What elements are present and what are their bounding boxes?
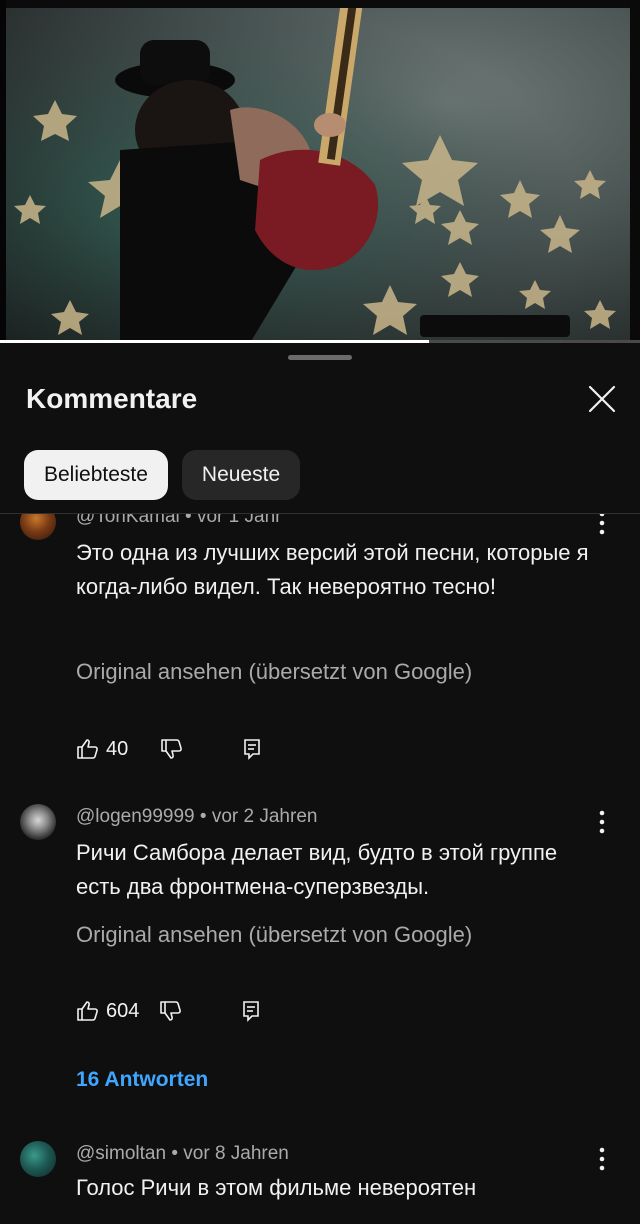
- comment-meta: @simoltan • vor 8 Jahren: [76, 1143, 289, 1165]
- thumb-up-icon: [77, 739, 98, 759]
- reply-button[interactable]: [242, 738, 262, 760]
- view-original-link[interactable]: Original ansehen (übersetzt von Google): [76, 659, 472, 685]
- kebab-menu-icon: [599, 514, 605, 535]
- view-original-link[interactable]: Original ansehen (übersetzt von Google): [76, 922, 472, 948]
- meta-separator: •: [199, 806, 207, 827]
- video-letterbox-right: [630, 0, 640, 343]
- drag-handle[interactable]: [288, 355, 352, 360]
- avatar[interactable]: [20, 804, 56, 840]
- comment-author[interactable]: @ToriKamal: [76, 514, 180, 527]
- reply-icon: [243, 1001, 260, 1022]
- reply-button[interactable]: [241, 1000, 261, 1022]
- comment-author[interactable]: @logen99999: [76, 806, 195, 827]
- comment-text: Голос Ричи в этом фильме невероятен: [76, 1175, 477, 1200]
- comment-menu-button[interactable]: [590, 1144, 614, 1174]
- kebab-menu-icon: [599, 810, 605, 834]
- dislike-button[interactable]: [159, 999, 183, 1023]
- meta-separator: •: [171, 1143, 178, 1164]
- thumb-down-icon: [160, 1001, 182, 1021]
- sort-chips: Beliebteste Neueste: [24, 450, 301, 500]
- comment-age: vor 1 Jahr: [196, 514, 282, 527]
- close-button[interactable]: [584, 381, 620, 417]
- comment-age: vor 8 Jahren: [183, 1143, 289, 1164]
- like-count: 40: [106, 737, 129, 760]
- sheet-title: Kommentare: [26, 383, 198, 414]
- like-count: 604: [106, 999, 140, 1022]
- meta-separator: •: [185, 514, 192, 527]
- video-frame: [0, 0, 640, 343]
- comments-sheet: Kommentare Beliebteste Neueste @ToriKama…: [0, 343, 640, 1224]
- kebab-menu-icon: [599, 1147, 605, 1171]
- comment-list[interactable]: @ToriKamal • vor 1 Jahr Это одна из лучш…: [0, 514, 640, 1224]
- thumb-up-icon: [77, 1001, 98, 1021]
- avatar[interactable]: [20, 1141, 56, 1177]
- chip-beliebteste[interactable]: Beliebteste: [24, 450, 168, 500]
- like-button[interactable]: 40: [76, 737, 128, 761]
- like-button[interactable]: 604: [76, 999, 139, 1023]
- comment-text: Это одна из лучших версий этой песни, ко…: [76, 540, 589, 599]
- comment-menu-button[interactable]: [590, 514, 614, 538]
- comment-menu-button[interactable]: [590, 807, 614, 837]
- thumb-down-icon: [161, 739, 183, 759]
- chip-neueste[interactable]: Neueste: [181, 450, 301, 500]
- reply-icon: [244, 739, 261, 760]
- comment-text: Ричи Самбора делает вид, будто в этой гр…: [76, 840, 558, 899]
- close-icon: [588, 385, 616, 413]
- avatar[interactable]: [20, 514, 56, 540]
- view-replies-link[interactable]: 16 Antworten: [76, 1068, 208, 1092]
- comment-actions: 40: [76, 734, 262, 764]
- comment-meta: @logen99999 • vor 2 Jahren: [76, 806, 317, 828]
- comment-actions: 604: [76, 996, 261, 1026]
- dislike-button[interactable]: [160, 737, 184, 761]
- comment-meta: @ToriKamal • vor 1 Jahr: [76, 514, 281, 528]
- video-letterbox-left: [0, 0, 6, 343]
- comment-age: vor 2 Jahren: [211, 806, 318, 827]
- video-player[interactable]: [0, 0, 640, 343]
- comment-author[interactable]: @simoltan: [76, 1143, 166, 1164]
